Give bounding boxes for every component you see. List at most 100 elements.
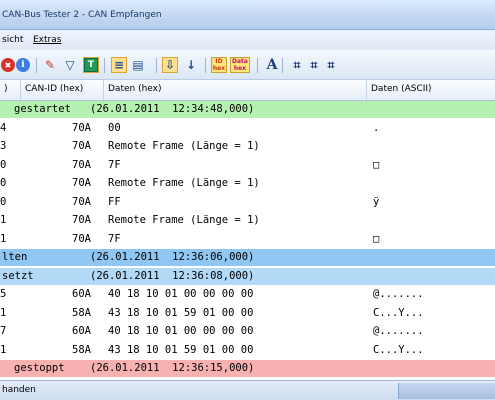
trigger-button[interactable]: T	[83, 57, 99, 73]
find-button[interactable]: ⌗	[289, 57, 305, 73]
cell-data-ascii: @.......	[373, 325, 424, 337]
event-label: lten	[2, 251, 28, 263]
column-header-can-id[interactable]: CAN-ID (hex)	[21, 80, 104, 100]
message-row[interactable]: 0 70A 7F □	[0, 157, 495, 174]
message-row[interactable]: 0 70A FF ÿ	[0, 194, 495, 211]
cell-data-ascii: □	[373, 232, 380, 245]
data-hex-icon: Data hex	[230, 57, 250, 73]
download-button[interactable]: ↓	[183, 57, 199, 73]
message-row[interactable]: 3 70A Remote Frame (Länge = 1)	[0, 138, 495, 155]
cell-can-id: 60A	[72, 288, 91, 300]
cell-can-id: 70A	[72, 177, 91, 189]
menu-item-extras[interactable]: Extras	[33, 35, 61, 45]
message-list[interactable]: gestartet (26.01.2011 12:34:48,000) 4 70A 00…	[0, 101, 495, 379]
cell-can-id: 70A	[72, 158, 91, 171]
cell-time: 7	[0, 325, 7, 337]
cell-data-hex: 7F	[108, 158, 121, 171]
message-row[interactable]: 4 70A 00.	[0, 120, 495, 137]
event-row[interactable]: gestoppt (26.01.2011 12:36:15,000)	[0, 360, 495, 377]
cell-time: 1	[0, 232, 7, 245]
cell-time: 0	[0, 195, 7, 208]
cell-can-id: 70A	[72, 140, 91, 152]
event-timestamp: (26.01.2011 12:36:15,000)	[90, 362, 255, 374]
table-header: ) CAN-ID (hex) Daten (hex) Daten (ASCII)	[0, 80, 495, 101]
event-label: gestoppt	[14, 362, 65, 374]
event-timestamp: (26.01.2011 12:34:48,000)	[90, 103, 255, 115]
message-row[interactable]: 7 60A 40 18 10 01 00 00 00 00 @.......	[0, 323, 495, 340]
cell-data-ascii: .	[373, 121, 380, 134]
list-view-button[interactable]: ≡	[111, 57, 127, 73]
pencil-button[interactable]: ✎	[42, 57, 58, 73]
toolbar-separator	[36, 58, 37, 73]
id-hex-button[interactable]: ID hex	[210, 57, 228, 73]
message-row[interactable]: 1 58A 43 18 10 01 59 01 00 00 C...Y...	[0, 305, 495, 322]
list-view-icon: ≡	[113, 58, 125, 72]
event-row[interactable]: setzt (26.01.2011 12:36:08,000)	[0, 267, 495, 285]
status-panel	[398, 383, 495, 399]
table-view-button[interactable]: ▤	[130, 57, 146, 73]
table-view-icon: ▤	[132, 58, 144, 72]
find-next-button[interactable]: ⌗	[306, 57, 322, 73]
menu-item-extras-label: Extras	[33, 35, 62, 45]
cell-data-hex: Remote Frame (Länge = 1)	[108, 214, 260, 226]
cell-data-ascii: □	[373, 158, 380, 171]
cell-data-ascii: C...Y...	[373, 343, 424, 356]
autoscroll-icon: ⇩	[164, 58, 176, 72]
column-header-data-ascii[interactable]: Daten (ASCII)	[367, 80, 495, 100]
message-row[interactable]: 5 60A 40 18 10 01 00 00 00 00 @.......	[0, 286, 495, 303]
status-text: handen	[2, 385, 36, 395]
toolbar-separator	[282, 58, 283, 73]
menu-item-ansicht[interactable]: sicht	[2, 35, 23, 45]
event-timestamp: (26.01.2011 12:36:06,000)	[90, 251, 255, 263]
font-button[interactable]: A	[264, 57, 280, 73]
download-icon: ↓	[185, 58, 197, 72]
cell-can-id: 70A	[72, 214, 91, 226]
cell-time: 0	[0, 158, 7, 171]
cell-time: 1	[0, 306, 7, 319]
info-icon: i	[16, 58, 30, 72]
column-header-time[interactable]: )	[0, 80, 21, 100]
find-icon: ⌗	[293, 57, 301, 72]
cell-can-id: 58A	[72, 343, 91, 356]
id-hex-icon: ID hex	[210, 57, 228, 73]
event-timestamp: (26.01.2011 12:36:08,000)	[90, 269, 255, 282]
filter-button[interactable]: ▽	[62, 57, 78, 73]
data-hex-button[interactable]: Data hex	[230, 57, 250, 73]
column-header-data-hex[interactable]: Daten (hex)	[104, 80, 367, 100]
event-row[interactable]: gestartet (26.01.2011 12:34:48,000)	[0, 101, 495, 118]
event-label: setzt	[2, 269, 34, 282]
pencil-icon: ✎	[44, 58, 56, 72]
message-row[interactable]: 1 58A 43 18 10 01 59 01 00 00 C...Y...	[0, 342, 495, 359]
cell-can-id: 58A	[72, 306, 91, 319]
find-next-icon: ⌗	[310, 57, 318, 72]
cell-data-hex: 40 18 10 01 00 00 00 00	[108, 288, 254, 300]
find-previous-button[interactable]: ⌗	[323, 57, 339, 73]
message-row[interactable]: 1 70A Remote Frame (Länge = 1)	[0, 212, 495, 229]
window-title: CAN-Bus Tester 2 - CAN Empfangen	[2, 10, 162, 20]
message-row[interactable]: 0 70A Remote Frame (Länge = 1)	[0, 175, 495, 192]
cell-can-id: 70A	[72, 195, 91, 208]
event-row[interactable]: lten (26.01.2011 12:36:06,000)	[0, 249, 495, 266]
cell-data-ascii: @.......	[373, 288, 424, 300]
cell-data-ascii: C...Y...	[373, 306, 424, 319]
cell-data-ascii: ÿ	[373, 195, 380, 208]
cell-time: 1	[0, 214, 7, 226]
cell-data-hex: 7F	[108, 232, 121, 245]
stop-button[interactable]: ✖	[0, 57, 16, 73]
cell-can-id: 70A	[72, 121, 91, 134]
toolbar: ✖ i ✎ ▽ T ≡ ▤ ⇩ ↓ ID hex Data hex A ⌗ ⌗ ⌗	[0, 50, 495, 80]
toolbar-separator	[257, 58, 258, 73]
cell-data-hex: 43 18 10 01 59 01 00 00	[108, 306, 254, 319]
trigger-icon: T	[84, 58, 98, 72]
cell-can-id: 70A	[72, 232, 91, 245]
toolbar-separator	[104, 58, 105, 73]
filter-icon: ▽	[65, 58, 75, 72]
cell-data-hex: 00	[108, 121, 121, 134]
info-button[interactable]: i	[15, 57, 31, 73]
event-label: gestartet	[14, 103, 71, 115]
font-icon: A	[266, 57, 278, 73]
autoscroll-button[interactable]: ⇩	[162, 57, 178, 73]
message-row[interactable]: 1 70A 7F □	[0, 231, 495, 248]
cell-data-hex: FF	[108, 195, 121, 208]
title-bar: CAN-Bus Tester 2 - CAN Empfangen	[0, 0, 495, 30]
